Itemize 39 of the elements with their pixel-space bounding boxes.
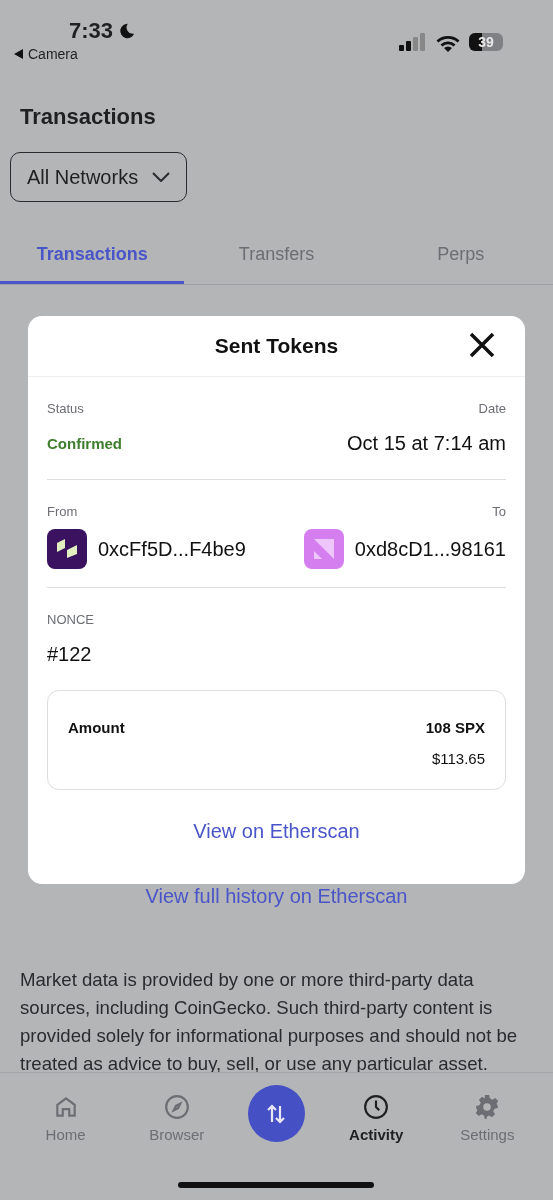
etherscan-link[interactable]: View on Etherscan	[193, 820, 360, 843]
tab[interactable]: Perps	[368, 232, 553, 284]
nav-item[interactable]: Browser	[136, 1093, 217, 1144]
dialog-title: Sent Tokens	[214, 334, 339, 358]
nav-item[interactable]: Activity	[336, 1093, 417, 1144]
status-value: Confirmed	[47, 435, 122, 452]
etherscan-history-link[interactable]: View full history on Etherscan	[145, 885, 408, 908]
page-title: Transactions	[20, 104, 157, 130]
wallet-avatar-icon	[47, 529, 87, 569]
tab[interactable]: Transfers	[184, 232, 369, 284]
status-label: Status	[47, 401, 84, 416]
compass-icon	[163, 1094, 190, 1120]
back-link[interactable]: Camera	[28, 46, 78, 62]
back-triangle-icon	[14, 49, 23, 59]
clock-icon	[363, 1094, 390, 1120]
swap-button[interactable]	[247, 1085, 305, 1142]
nonce-label: NONCE	[47, 612, 95, 627]
close-button[interactable]	[467, 330, 497, 360]
fiat-value: $113.65	[431, 750, 485, 767]
tab[interactable]: Transactions	[0, 232, 185, 284]
date-label: Date	[478, 401, 506, 416]
from-address: 0xcFf5D...F4be9	[98, 537, 246, 561]
to-address: 0xd8cD1...98161	[354, 537, 506, 561]
clock-time: 7:33	[69, 18, 114, 44]
from-label: From	[47, 504, 78, 519]
to-label: To	[492, 504, 506, 519]
nonce-value: #122	[47, 643, 93, 666]
amount-label: Amount	[68, 719, 125, 736]
settings-icon	[474, 1094, 501, 1120]
network-dropdown[interactable]: All Networks	[10, 152, 188, 202]
disclaimer-text: Market data is provided by one or more third-party data sources, including CoinGecko. Such third-party content is provided solely for informational purposes and should not be treated as advice to buy, sell, or use any particular asset.	[20, 968, 519, 1076]
wallet-avatar-icon	[303, 529, 344, 569]
signal-icon	[399, 33, 427, 51]
moon-icon	[117, 22, 136, 40]
amount-value: 108 SPX	[425, 719, 485, 736]
date-value: Oct 15 at 7:14 am	[347, 432, 506, 455]
nav-item[interactable]: Home	[25, 1093, 106, 1144]
nav-item[interactable]: Settings	[447, 1093, 528, 1144]
chevron-down-icon	[152, 172, 171, 182]
